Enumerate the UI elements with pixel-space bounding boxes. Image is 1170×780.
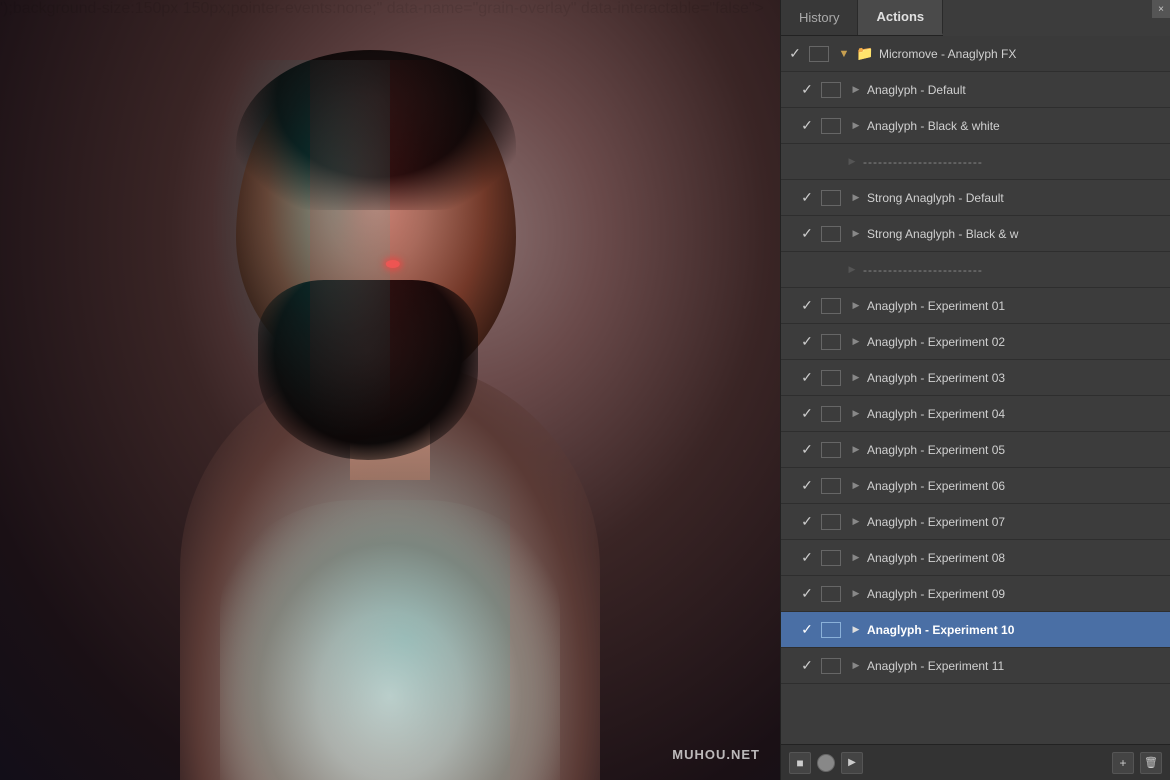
actions-list[interactable]: ✓ ▼ 📁 Micromove - Anaglyph FX ✓ ▶ Anagly… <box>781 36 1170 744</box>
action-row[interactable]: ✓ ▶ Anaglyph - Experiment 08 <box>781 540 1170 576</box>
action-label-14: Anaglyph - Experiment 08 <box>867 551 1162 565</box>
action-label-9: Anaglyph - Experiment 03 <box>867 371 1162 385</box>
play-arrow-1[interactable]: ▶ <box>845 84 867 95</box>
action-label-12: Anaglyph - Experiment 06 <box>867 479 1162 493</box>
separator-label-1: ------------------------ <box>863 155 1162 169</box>
visibility-box-2[interactable] <box>821 118 841 134</box>
new-action-button[interactable]: + <box>1112 752 1134 774</box>
record-button[interactable] <box>817 754 835 772</box>
action-label-4: Strong Anaglyph - Default <box>867 191 1162 205</box>
history-tab-label: History <box>799 10 839 25</box>
action-row[interactable]: ✓ ▶ Anaglyph - Experiment 02 <box>781 324 1170 360</box>
action-row-separator-1: ▶ ------------------------ <box>781 144 1170 180</box>
play-arrow-4[interactable]: ▶ <box>845 192 867 203</box>
tab-actions[interactable]: Actions <box>858 0 943 35</box>
action-label-15: Anaglyph - Experiment 09 <box>867 587 1162 601</box>
action-row[interactable]: ✓ ▼ 📁 Micromove - Anaglyph FX <box>781 36 1170 72</box>
play-arrow-5[interactable]: ▶ <box>845 228 867 239</box>
play-arrow-3: ▶ <box>841 156 863 167</box>
action-label-16: Anaglyph - Experiment 10 <box>867 623 1162 637</box>
action-row[interactable]: ✓ ▶ Anaglyph - Experiment 09 <box>781 576 1170 612</box>
checkmark-1: ✓ <box>793 81 821 98</box>
action-label-13: Anaglyph - Experiment 07 <box>867 515 1162 529</box>
action-row[interactable]: ✓ ▶ Anaglyph - Default <box>781 72 1170 108</box>
action-label-7: Anaglyph - Experiment 01 <box>867 299 1162 313</box>
folder-icon-0: 📁 <box>855 45 875 62</box>
panel-toolbar: ■ ▶ + 🗑 <box>781 744 1170 780</box>
action-label-0: Micromove - Anaglyph FX <box>879 47 1162 61</box>
checkmark-5: ✓ <box>793 225 821 242</box>
action-row-separator-2: ▶ ------------------------ <box>781 252 1170 288</box>
action-row[interactable]: ✓ ▶ Strong Anaglyph - Default <box>781 180 1170 216</box>
action-label-8: Anaglyph - Experiment 02 <box>867 335 1162 349</box>
play-arrow-2[interactable]: ▶ <box>845 120 867 131</box>
action-row-selected[interactable]: ✓ ▶ Anaglyph - Experiment 10 <box>781 612 1170 648</box>
checkmark-2: ✓ <box>793 117 821 134</box>
action-row[interactable]: ✓ ▶ Anaglyph - Black & white <box>781 108 1170 144</box>
visibility-box-4[interactable] <box>821 190 841 206</box>
delete-button[interactable]: 🗑 <box>1140 752 1162 774</box>
action-row[interactable]: ✓ ▶ Anaglyph - Experiment 06 <box>781 468 1170 504</box>
checkmark-4: ✓ <box>793 189 821 206</box>
action-row[interactable]: ✓ ▶ Anaglyph - Experiment 04 <box>781 396 1170 432</box>
separator-label-2: ------------------------ <box>863 263 1162 277</box>
image-area: ');background-size:150px 150px;pointer-e… <box>0 0 780 780</box>
actions-tab-label: Actions <box>876 9 924 24</box>
panel-close-button[interactable]: × <box>1152 0 1170 18</box>
action-label-5: Strong Anaglyph - Black & w <box>867 227 1162 241</box>
action-label-1: Anaglyph - Default <box>867 83 1162 97</box>
actions-panel: History Actions × ✓ ▼ 📁 Micromove - Anag… <box>780 0 1170 780</box>
action-label-17: Anaglyph - Experiment 11 <box>867 659 1162 673</box>
tab-history[interactable]: History <box>781 0 858 35</box>
portrait-background: ');background-size:150px 150px;pointer-e… <box>0 0 780 780</box>
visibility-box-5[interactable] <box>821 226 841 242</box>
action-label-10: Anaglyph - Experiment 04 <box>867 407 1162 421</box>
action-label-11: Anaglyph - Experiment 05 <box>867 443 1162 457</box>
action-row[interactable]: ✓ ▶ Anaglyph - Experiment 01 <box>781 288 1170 324</box>
action-label-2: Anaglyph - Black & white <box>867 119 1162 133</box>
action-row[interactable]: ✓ ▶ Anaglyph - Experiment 05 <box>781 432 1170 468</box>
play-arrow-6: ▶ <box>841 264 863 275</box>
play-button[interactable]: ▶ <box>841 752 863 774</box>
visibility-box-0[interactable] <box>809 46 829 62</box>
action-row[interactable]: ✓ ▶ Anaglyph - Experiment 11 <box>781 648 1170 684</box>
tab-bar: History Actions <box>781 0 943 36</box>
action-row[interactable]: ✓ ▶ Strong Anaglyph - Black & w <box>781 216 1170 252</box>
checkmark-0: ✓ <box>781 45 809 62</box>
visibility-box-1[interactable] <box>821 82 841 98</box>
expand-arrow-0[interactable]: ▼ <box>833 48 855 60</box>
panel-header: History Actions × <box>781 0 1170 36</box>
action-row[interactable]: ✓ ▶ Anaglyph - Experiment 03 <box>781 360 1170 396</box>
action-row[interactable]: ✓ ▶ Anaglyph - Experiment 07 <box>781 504 1170 540</box>
stop-button[interactable]: ■ <box>789 752 811 774</box>
watermark: MUHOU.NET <box>672 747 760 762</box>
